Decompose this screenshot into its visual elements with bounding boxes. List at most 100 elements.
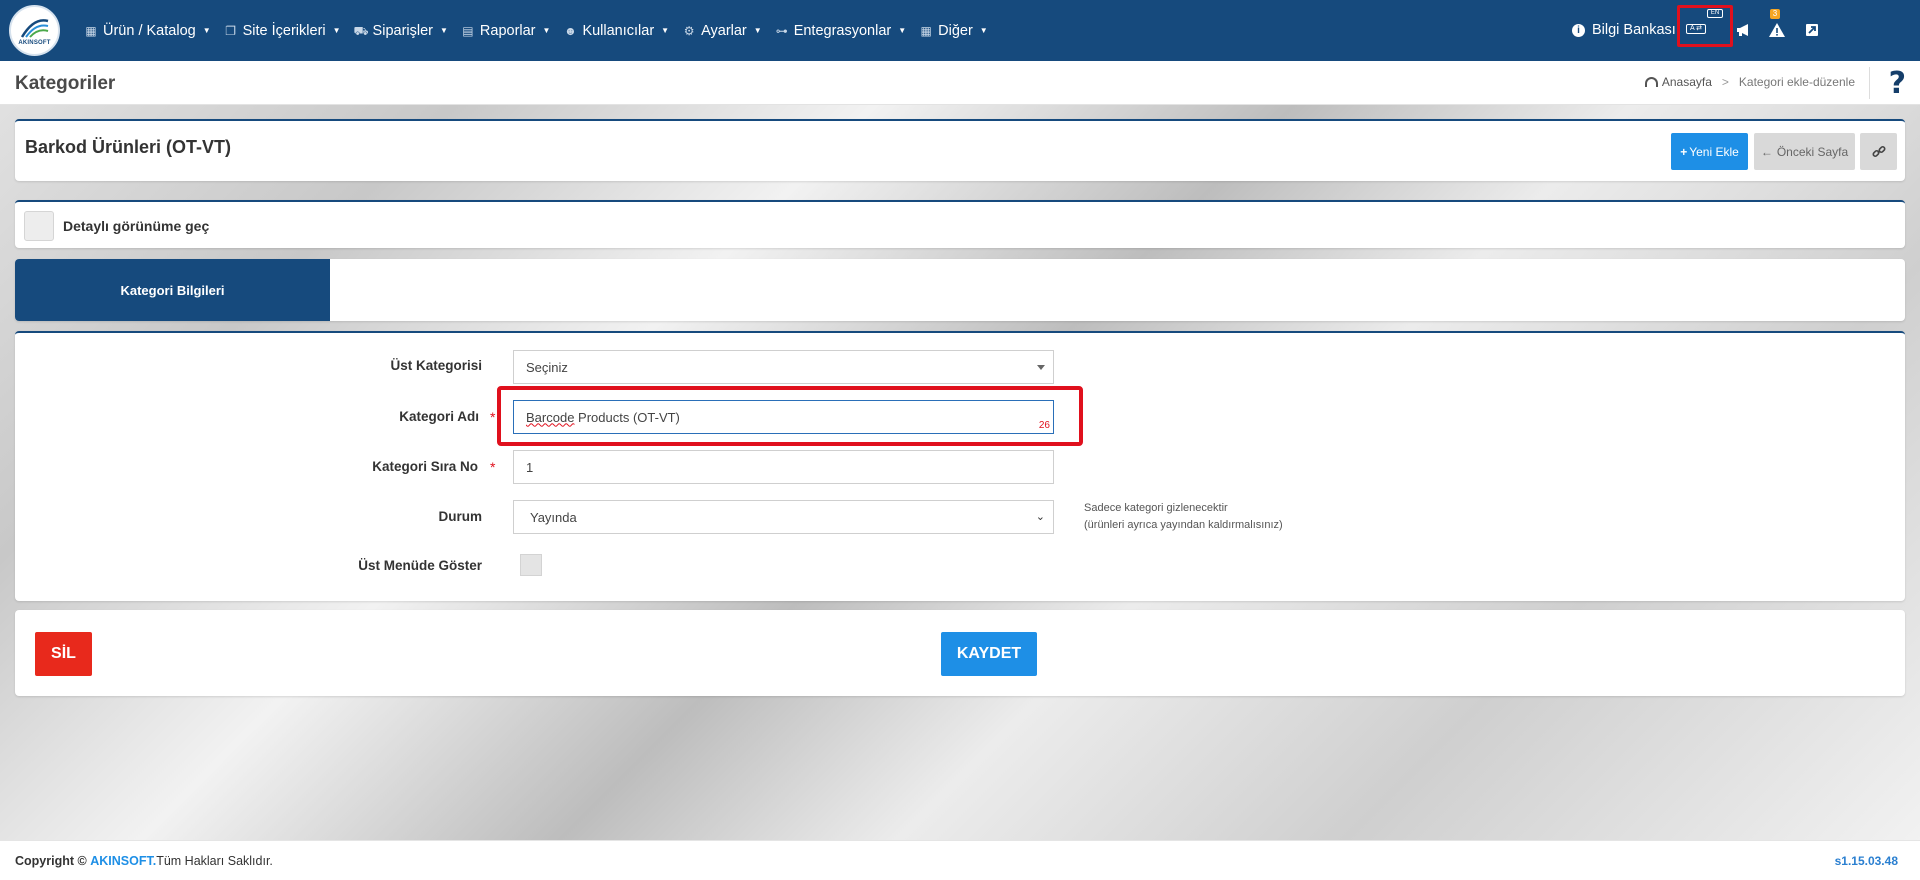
caret-down-icon: ▼ [542,26,551,35]
sort-no-input[interactable]: 1 [513,450,1054,484]
menu-ayarlar[interactable]: ⚙ Ayarlar ▼ [682,23,762,39]
chevron-down-icon: ⌄ [1035,511,1045,523]
parent-category-label: Üst Kategorisi [390,358,482,373]
status-label: Durum [438,509,483,524]
plus-icon: + [1680,144,1688,159]
cart-icon: ⛟ [353,23,369,38]
copyright-prefix: Copyright © [15,854,87,868]
menu-siparisler[interactable]: ⛟ Siparişler ▼ [354,23,448,39]
top-menu-label: Üst Menüde Göster [358,558,482,573]
category-name-label: Kategori Adı [399,409,479,424]
menu-label: Site İçerikleri [242,22,326,39]
breadcrumb: Anasayfa > Kategori ekle-düzenle [1644,75,1855,89]
breadcrumb-separator: > [1721,75,1729,89]
breadcrumb-home[interactable]: Anasayfa [1644,75,1712,89]
page-header: Kategoriler Anasayfa > Kategori ekle-düz… [0,61,1920,105]
detail-toggle-card: Detaylı görünüme geç [15,200,1905,248]
onceki-sayfa-button[interactable]: ← Önceki Sayfa [1754,133,1855,170]
users-icon: ☻ [564,23,577,38]
top-menu-checkbox[interactable] [520,554,542,576]
menu-urun-katalog[interactable]: ▦ Ürün / Katalog ▼ [84,22,211,39]
logo-text: AKINSOFT [18,40,51,46]
copy-link-button[interactable] [1860,133,1897,170]
top-navbar: AKINSOFT ▦ Ürün / Katalog ▼ ❐ Site İçeri… [0,0,1920,61]
warning-icon[interactable] [1765,18,1789,42]
help-question-icon[interactable]: ? [1889,66,1906,101]
parent-category-value: Seçiniz [526,359,568,375]
record-title-card: Barkod Ürünleri (OT-VT) + Yeni Ekle ← Ön… [15,119,1905,181]
tab-kategori-bilgileri[interactable]: Kategori Bilgileri [15,259,330,321]
brand-link[interactable]: AKINSOFT. [90,854,156,868]
status-hint-line2: (ürünleri ayrıca yayından kaldırmalısını… [1084,519,1283,531]
menu-label: Kullanıcılar [582,22,655,39]
external-link-icon[interactable] [1800,18,1824,42]
menu-kullanicilar[interactable]: ☻ Kullanıcılar ▼ [563,23,669,39]
language-switch-icon[interactable]: A ⇄ [1686,24,1706,34]
sort-no-label: Kategori Sıra No [372,459,478,474]
menu-diger[interactable]: ▦ Diğer ▼ [919,22,988,39]
menu-entegrasyonlar[interactable]: ⊶ Entegrasyonlar ▼ [775,23,906,39]
akinsoft-logo[interactable]: AKINSOFT [9,5,60,56]
language-chip: EN [1707,9,1723,18]
caret-down-icon: ▼ [439,26,448,35]
yeni-ekle-label: Yeni Ekle [1689,144,1739,159]
menu-label: Diğer [938,22,973,39]
bilgi-bankasi-link[interactable]: i Bilgi Bankası [1572,22,1676,38]
breadcrumb-current: Kategori ekle-düzenle [1738,75,1855,89]
logo-icon [20,19,48,38]
copyright: Copyright © AKINSOFT.Tüm Hakları Saklıdı… [15,854,273,868]
header-divider [1869,67,1870,99]
yeni-ekle-button[interactable]: + Yeni Ekle [1671,133,1748,170]
status-value: Yayında [530,509,577,525]
page-title: Kategoriler [15,73,116,94]
caret-down-icon: ▼ [753,26,762,35]
menu-label: Ayarlar [701,22,747,39]
boxes-icon: ▦ [85,23,97,38]
required-mark: * [490,409,496,425]
caret-down-icon: ▼ [898,26,907,35]
required-mark: * [490,459,496,475]
sitemap-icon: ⊶ [775,23,788,38]
menu-raporlar[interactable]: ▤ Raporlar ▼ [461,22,551,39]
status-select[interactable]: Yayında ⌄ [513,500,1054,534]
breadcrumb-home-label: Anasayfa [1661,75,1712,89]
bilgi-bankasi-label: Bilgi Bankası [1592,22,1676,38]
caret-down-icon: ▼ [979,26,988,35]
alert-count-badge: 3 [1770,9,1780,19]
status-hint-line1: Sadece kategori gizlenecektir [1084,502,1228,514]
sort-no-value: 1 [526,459,534,475]
footer: Copyright © AKINSOFT.Tüm Hakları Saklıdı… [0,840,1920,880]
menu-label: Entegrasyonlar [793,22,892,39]
record-title: Barkod Ürünleri (OT-VT) [25,137,232,157]
caret-down-icon [1037,365,1045,370]
arrow-left-icon: ← [1760,144,1773,159]
menu-label: Ürün / Katalog [103,22,196,39]
detail-view-label: Detaylı görünüme geç [63,218,210,234]
status-hint: Sadece kategori gizlenecektir (ürünleri … [1084,500,1283,534]
caret-down-icon: ▼ [332,26,341,35]
megaphone-icon[interactable] [1732,18,1756,42]
report-icon: ▤ [462,23,474,38]
grid-icon: ▦ [920,23,932,38]
save-button[interactable]: KAYDET [941,632,1037,676]
caret-down-icon: ▼ [202,26,211,35]
menu-label: Raporlar [479,22,536,39]
highlight-box-category-name [497,386,1083,446]
tab-bar: Kategori Bilgileri [15,259,1905,321]
action-card: SİL KAYDET [15,610,1905,696]
onceki-sayfa-label: Önceki Sayfa [1776,144,1849,159]
rights-text: Tüm Hakları Saklıdır. [156,854,273,868]
version-label: s1.15.03.48 [1834,854,1898,868]
documents-icon: ❐ [225,23,236,38]
delete-button[interactable]: SİL [35,632,92,676]
caret-down-icon: ▼ [661,26,670,35]
parent-category-select[interactable]: Seçiniz [513,350,1054,384]
info-icon: i [1572,23,1585,37]
menu-label: Siparişler [372,22,433,39]
link-icon [1871,145,1886,157]
gears-icon: ⚙ [683,23,695,38]
menu-site-icerikleri[interactable]: ❐ Site İçerikleri ▼ [224,22,341,39]
dashboard-icon [1644,77,1658,87]
detail-view-checkbox[interactable] [24,211,54,241]
main-menu: ▦ Ürün / Katalog ▼ ❐ Site İçerikleri ▼ ⛟… [84,0,988,61]
